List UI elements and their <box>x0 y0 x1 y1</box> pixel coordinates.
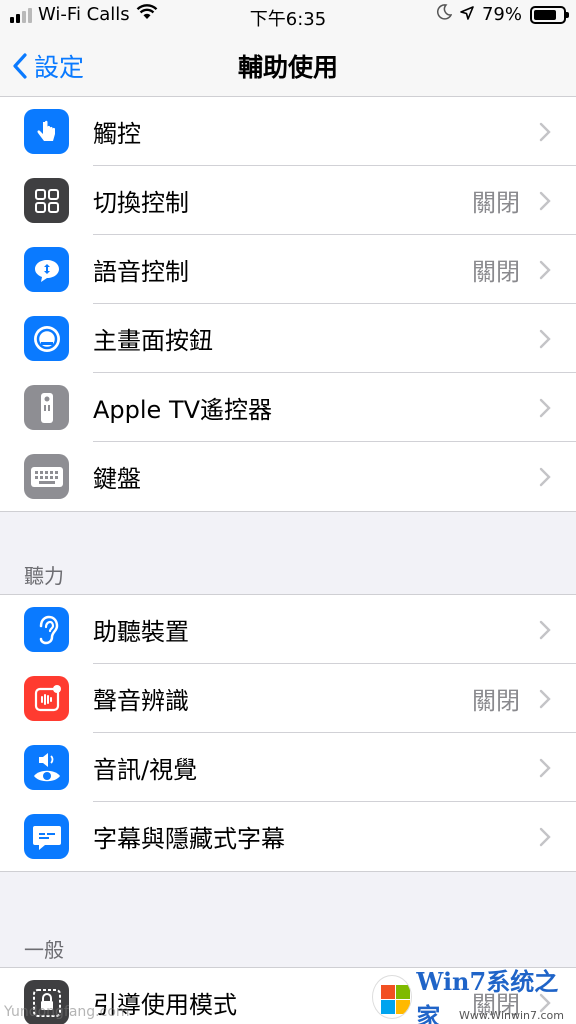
chevron-right-icon <box>539 329 551 348</box>
ear-icon <box>24 607 69 652</box>
chevron-right-icon <box>539 191 551 210</box>
row-audio-visual[interactable]: 音訊/視覺 <box>0 733 576 802</box>
watermark-url: Www.Winwin7.com <box>458 1009 564 1022</box>
row-label: 聲音辨識 <box>93 687 189 715</box>
chevron-right-icon <box>539 122 551 141</box>
location-icon <box>460 4 474 25</box>
hearing-group: 助聽裝置 聲音辨識 關閉 音訊/視覺 字幕與隱藏式字幕 <box>0 594 576 872</box>
page-title: 輔助使用 <box>237 53 338 82</box>
section-header-hearing: 聽力 <box>24 564 64 588</box>
touch-hand-icon <box>24 109 69 154</box>
row-label: 切換控制 <box>93 189 189 217</box>
captions-icon <box>24 814 69 859</box>
row-value: 關閉 <box>472 687 520 715</box>
row-sound-recognition[interactable]: 聲音辨識 關閉 <box>0 664 576 733</box>
section-header-general: 一般 <box>24 938 64 962</box>
sound-recognition-icon <box>24 676 69 721</box>
speaker-eye-icon <box>24 745 69 790</box>
physical-motor-group: 觸控 切換控制 關閉 語音控制 關閉 主畫面按鈕 Apple TV遙控器 鍵盤 <box>0 96 576 512</box>
row-home-button[interactable]: 主畫面按鈕 <box>0 304 576 373</box>
switch-control-grid-icon <box>24 178 69 223</box>
keyboard-icon <box>24 454 69 499</box>
row-switch-control[interactable]: 切換控制 關閉 <box>0 166 576 235</box>
chevron-right-icon <box>539 467 551 486</box>
tv-remote-icon <box>24 385 69 430</box>
battery-icon <box>530 5 569 24</box>
row-voice-control[interactable]: 語音控制 關閉 <box>0 235 576 304</box>
chevron-right-icon <box>539 260 551 279</box>
row-apple-tv-remote[interactable]: Apple TV遙控器 <box>0 373 576 442</box>
chevron-right-icon <box>539 827 551 846</box>
row-label: 音訊/視覺 <box>93 756 198 784</box>
row-keyboard[interactable]: 鍵盤 <box>0 442 576 511</box>
navigation-bar: 設定 輔助使用 <box>0 34 576 99</box>
voice-control-icon <box>24 247 69 292</box>
chevron-right-icon <box>539 398 551 417</box>
row-touch[interactable]: 觸控 <box>0 97 576 166</box>
chevron-right-icon <box>539 758 551 777</box>
row-label: 主畫面按鈕 <box>93 327 213 355</box>
row-label: 語音控制 <box>93 258 189 286</box>
row-value: 關閉 <box>472 189 520 217</box>
row-label: 助聽裝置 <box>93 618 189 646</box>
status-bar: Wi-Fi Calls 下午6:35 79% <box>0 0 576 34</box>
row-captions[interactable]: 字幕與隱藏式字幕 <box>0 802 576 871</box>
chevron-right-icon <box>539 620 551 639</box>
moon-icon <box>436 4 453 25</box>
row-label: 鍵盤 <box>93 465 141 493</box>
windows-logo-icon <box>372 975 413 1019</box>
row-hearing-devices[interactable]: 助聽裝置 <box>0 595 576 664</box>
watermark-text: Yundongfang.com <box>4 1004 130 1020</box>
chevron-right-icon <box>539 689 551 708</box>
row-label: Apple TV遙控器 <box>93 396 273 424</box>
row-label: 字幕與隱藏式字幕 <box>93 825 285 853</box>
row-value: 關閉 <box>472 258 520 286</box>
row-label: 觸控 <box>93 120 141 148</box>
home-button-icon <box>24 316 69 361</box>
battery-percent: 79% <box>481 4 522 25</box>
